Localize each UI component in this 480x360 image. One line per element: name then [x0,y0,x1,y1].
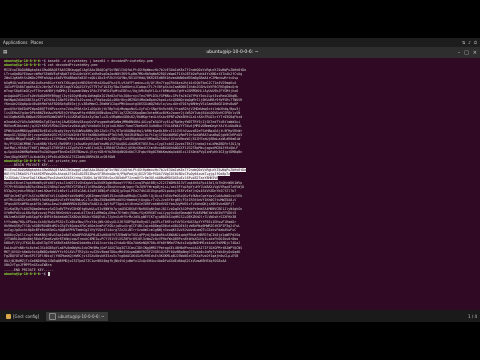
close-icon[interactable]: × [473,50,477,56]
terminal-output[interactable]: ubuntu@ip-10-0-0-6:~$ base64 -d privatek… [0,58,480,310]
prompt-user: ubuntu@ip-10-0-0-6 [4,271,40,276]
window-title: ubuntu@ip-10-0-0-6: ~ [206,50,259,55]
window-menu-icon[interactable]: ▤ [3,50,7,55]
terminal-icon [49,312,57,320]
workspace-indicator[interactable]: 1 / 4 [468,314,477,319]
power-icon[interactable]: ⏻ [474,40,477,45]
applications-menu[interactable]: Applications [3,40,27,45]
shell-prompt: ubuntu@ip-10-0-0-6:~$ [4,272,476,276]
places-menu[interactable]: Places [30,40,43,45]
maximize-icon[interactable]: □ [464,50,469,56]
taskbar: [Gnd: config] ubuntu@ip-10-0-0-6: ~ 1 / 4 [0,310,480,322]
taskbar-item-label: ubuntu@ip-10-0-0-6: ~ [58,313,105,319]
output-text: MIIEvwIBADANBgkqhkiG9w0BAQEFAASCBKkwggSl… [4,167,247,172]
text-cursor [47,272,50,276]
window-titlebar[interactable]: ▤ ubuntu@ip-10-0-0-6: ~ – □ × [0,47,480,58]
volume-icon[interactable]: ♪ [468,40,471,45]
output-text: -----BEGIN PRIVATE KEY----- [4,163,58,168]
desktop-screen: Applications Places ⇅ ♪ ⏻ ▤ ubuntu@ip-10… [0,38,480,322]
taskbar-item[interactable]: ubuntu@ip-10-0-0-6: ~ [46,311,108,321]
taskbar-item[interactable]: [Gnd: config] [3,313,42,320]
taskbar-item-label: [Gnd: config] [13,313,40,319]
network-icon[interactable]: ⇅ [462,40,465,45]
folder-icon [6,313,11,319]
minimize-icon[interactable]: – [458,50,461,56]
top-panel: Applications Places ⇅ ♪ ⏻ [0,38,480,47]
